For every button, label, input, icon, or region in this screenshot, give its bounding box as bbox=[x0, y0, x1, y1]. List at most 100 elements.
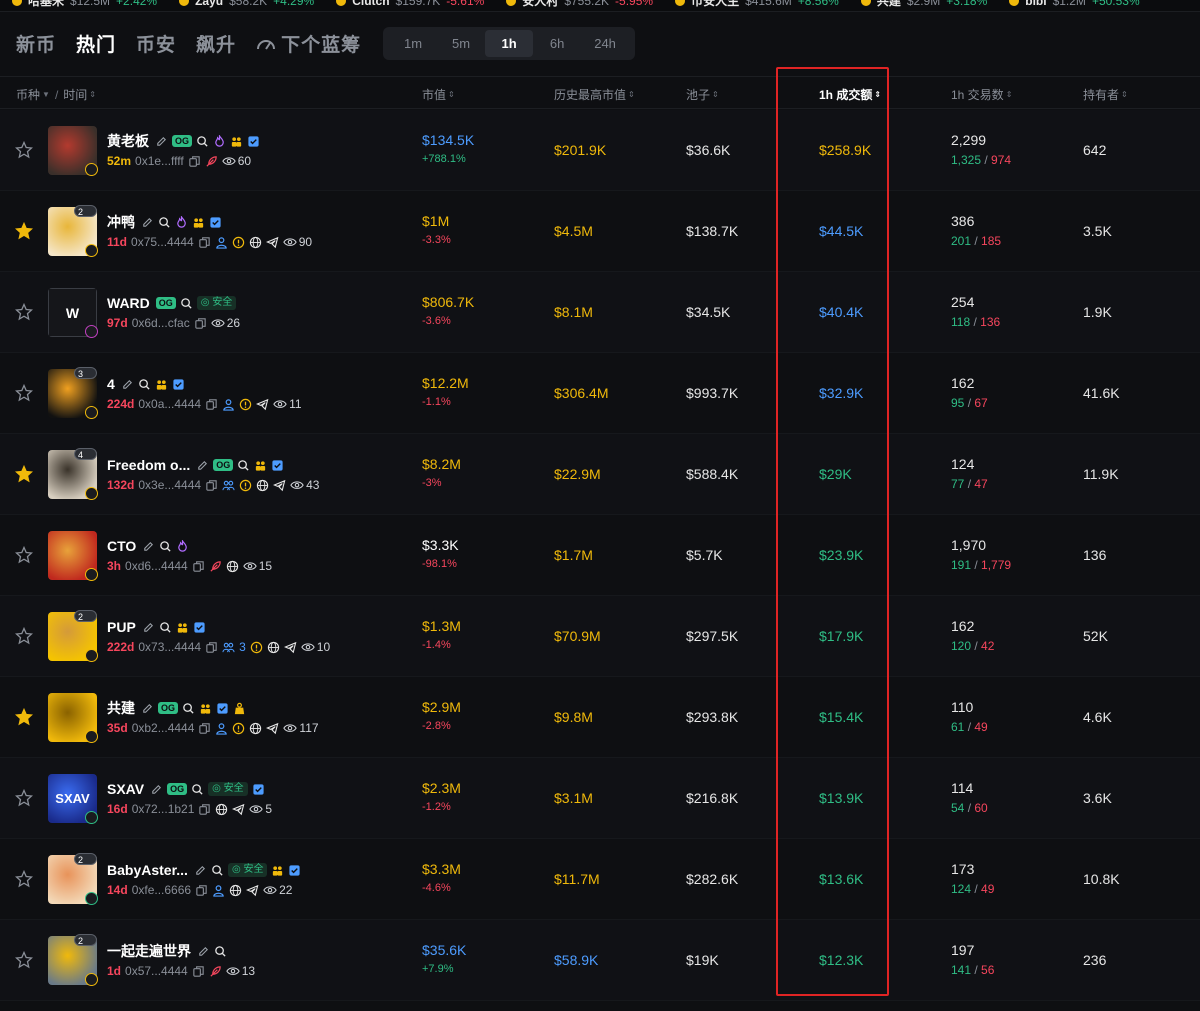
globe-icon[interactable] bbox=[226, 560, 239, 573]
table-row[interactable]: CTO 3h 0xd6...4444 15 $3.3K -98.1% $1.7M $5.7K $… bbox=[0, 515, 1200, 596]
contract-address[interactable]: 0x6d...cfac bbox=[132, 316, 190, 330]
group-icon[interactable] bbox=[271, 864, 284, 877]
token-name[interactable]: BabyAster... bbox=[107, 862, 188, 878]
feather-icon[interactable] bbox=[209, 965, 222, 978]
group-icon[interactable] bbox=[176, 621, 189, 634]
tab-new[interactable]: 新币 bbox=[16, 30, 56, 57]
verified-icon[interactable] bbox=[252, 783, 265, 796]
tab-next-bluechip[interactable]: 下个蓝筹 bbox=[256, 30, 361, 57]
group-icon[interactable] bbox=[155, 378, 168, 391]
star-icon[interactable] bbox=[14, 545, 34, 564]
timeframe-5m[interactable]: 5m bbox=[437, 30, 485, 57]
telegram-icon[interactable] bbox=[256, 398, 269, 411]
copy-icon[interactable] bbox=[192, 965, 205, 978]
edit-icon[interactable] bbox=[141, 216, 154, 229]
copy-icon[interactable] bbox=[205, 641, 218, 654]
users-icon[interactable] bbox=[222, 641, 235, 654]
group-icon[interactable] bbox=[199, 702, 212, 715]
col-txns[interactable]: 1h 交易数 ⇕ bbox=[951, 86, 1012, 103]
telegram-icon[interactable] bbox=[246, 884, 259, 897]
token-name[interactable]: CTO bbox=[107, 538, 136, 554]
globe-icon[interactable] bbox=[249, 722, 262, 735]
col-holders[interactable]: 持有者 ⇕ bbox=[1083, 86, 1128, 103]
timeframe-24h[interactable]: 24h bbox=[581, 30, 629, 57]
table-row[interactable]: 2 BabyAster... ◎ 安全 14d 0xfe...6666 22 $3.3M -4… bbox=[0, 839, 1200, 920]
contract-address[interactable]: 0x57...4444 bbox=[125, 964, 188, 978]
verified-icon[interactable] bbox=[271, 459, 284, 472]
ticker-item[interactable]: 共建 $2.9M +3.18% bbox=[860, 0, 987, 7]
token-name[interactable]: SXAV bbox=[107, 781, 144, 797]
star-filled-icon[interactable] bbox=[14, 221, 34, 240]
globe-icon[interactable] bbox=[229, 884, 242, 897]
warning-icon[interactable] bbox=[250, 641, 263, 654]
star-icon[interactable] bbox=[14, 950, 34, 969]
copy-icon[interactable] bbox=[205, 479, 218, 492]
search-icon[interactable] bbox=[196, 135, 209, 148]
search-icon[interactable] bbox=[180, 297, 193, 310]
edit-icon[interactable] bbox=[196, 459, 209, 472]
contract-address[interactable]: 0x72...1b21 bbox=[132, 802, 195, 816]
col-pool[interactable]: 池子 ⇕ bbox=[686, 86, 719, 103]
contract-address[interactable]: 0x3e...4444 bbox=[138, 478, 201, 492]
token-name[interactable]: 一起走遍世界 bbox=[107, 941, 191, 961]
user-icon[interactable] bbox=[222, 398, 235, 411]
ticker-item[interactable]: Clutch $159.7K -5.61% bbox=[336, 0, 484, 7]
contract-address[interactable]: 0x1e...ffff bbox=[135, 154, 184, 168]
search-icon[interactable] bbox=[182, 702, 195, 715]
ticker-item[interactable]: Zayu $58.2K +4.29% bbox=[179, 0, 314, 7]
copy-icon[interactable] bbox=[195, 884, 208, 897]
col-ath[interactable]: 历史最高市值 ⇕ bbox=[554, 86, 635, 103]
copy-icon[interactable] bbox=[198, 722, 211, 735]
copy-icon[interactable] bbox=[188, 155, 201, 168]
table-row[interactable]: W WARD OG ◎ 安全 97d 0x6d...cfac 26 $806.7K -3.6% $… bbox=[0, 272, 1200, 353]
table-row[interactable]: 2 一起走遍世界 1d 0x57...4444 13 $35.6K +7.9% $58.9K $… bbox=[0, 920, 1200, 1001]
verified-icon[interactable] bbox=[247, 135, 260, 148]
globe-icon[interactable] bbox=[215, 803, 228, 816]
fire-icon[interactable] bbox=[176, 538, 189, 553]
token-name[interactable]: 黄老板 bbox=[107, 131, 149, 151]
contract-address[interactable]: 0x75...4444 bbox=[131, 235, 194, 249]
token-name[interactable]: PUP bbox=[107, 619, 136, 635]
contract-address[interactable]: 0xb2...4444 bbox=[132, 721, 195, 735]
feather-icon[interactable] bbox=[205, 155, 218, 168]
star-filled-icon[interactable] bbox=[14, 707, 34, 726]
telegram-icon[interactable] bbox=[273, 479, 286, 492]
group-icon[interactable] bbox=[254, 459, 267, 472]
contract-address[interactable]: 0x73...4444 bbox=[138, 640, 201, 654]
edit-icon[interactable] bbox=[121, 378, 134, 391]
fire-icon[interactable] bbox=[213, 133, 226, 148]
search-icon[interactable] bbox=[138, 378, 151, 391]
warning-icon[interactable] bbox=[232, 236, 245, 249]
users-icon[interactable] bbox=[222, 479, 235, 492]
col-token-time[interactable]: 币种 ▼ / 时间 ⇕ bbox=[16, 86, 96, 103]
verified-icon[interactable] bbox=[193, 621, 206, 634]
verified-icon[interactable] bbox=[209, 216, 222, 229]
edit-icon[interactable] bbox=[194, 864, 207, 877]
star-icon[interactable] bbox=[14, 302, 34, 321]
telegram-icon[interactable] bbox=[265, 236, 279, 249]
star-icon[interactable] bbox=[14, 626, 34, 645]
telegram-icon[interactable] bbox=[266, 722, 279, 735]
verified-icon[interactable] bbox=[216, 702, 229, 715]
copy-icon[interactable] bbox=[198, 803, 211, 816]
ticker-item[interactable]: bibi $1.2M +50.53% bbox=[1009, 0, 1140, 7]
col-mcap[interactable]: 市值 ⇕ bbox=[422, 86, 455, 103]
ticker-item[interactable]: 安人村 $755.2K -5.95% bbox=[506, 0, 653, 7]
token-name[interactable]: 4 bbox=[107, 376, 115, 392]
bag-icon[interactable] bbox=[233, 702, 246, 715]
search-icon[interactable] bbox=[159, 540, 172, 553]
verified-icon[interactable] bbox=[172, 378, 185, 391]
star-filled-icon[interactable] bbox=[14, 464, 34, 483]
timeframe-1m[interactable]: 1m bbox=[389, 30, 437, 57]
globe-icon[interactable] bbox=[267, 641, 280, 654]
col-volume[interactable]: 1h 成交额 ⇕ bbox=[819, 86, 881, 103]
copy-icon[interactable] bbox=[194, 317, 207, 330]
token-name[interactable]: 共建 bbox=[107, 698, 135, 718]
group-icon[interactable] bbox=[192, 216, 205, 229]
star-icon[interactable] bbox=[14, 383, 34, 402]
copy-icon[interactable] bbox=[198, 236, 211, 249]
telegram-icon[interactable] bbox=[283, 641, 297, 654]
fire-icon[interactable] bbox=[175, 214, 188, 229]
warning-icon[interactable] bbox=[232, 722, 245, 735]
star-icon[interactable] bbox=[14, 788, 34, 807]
